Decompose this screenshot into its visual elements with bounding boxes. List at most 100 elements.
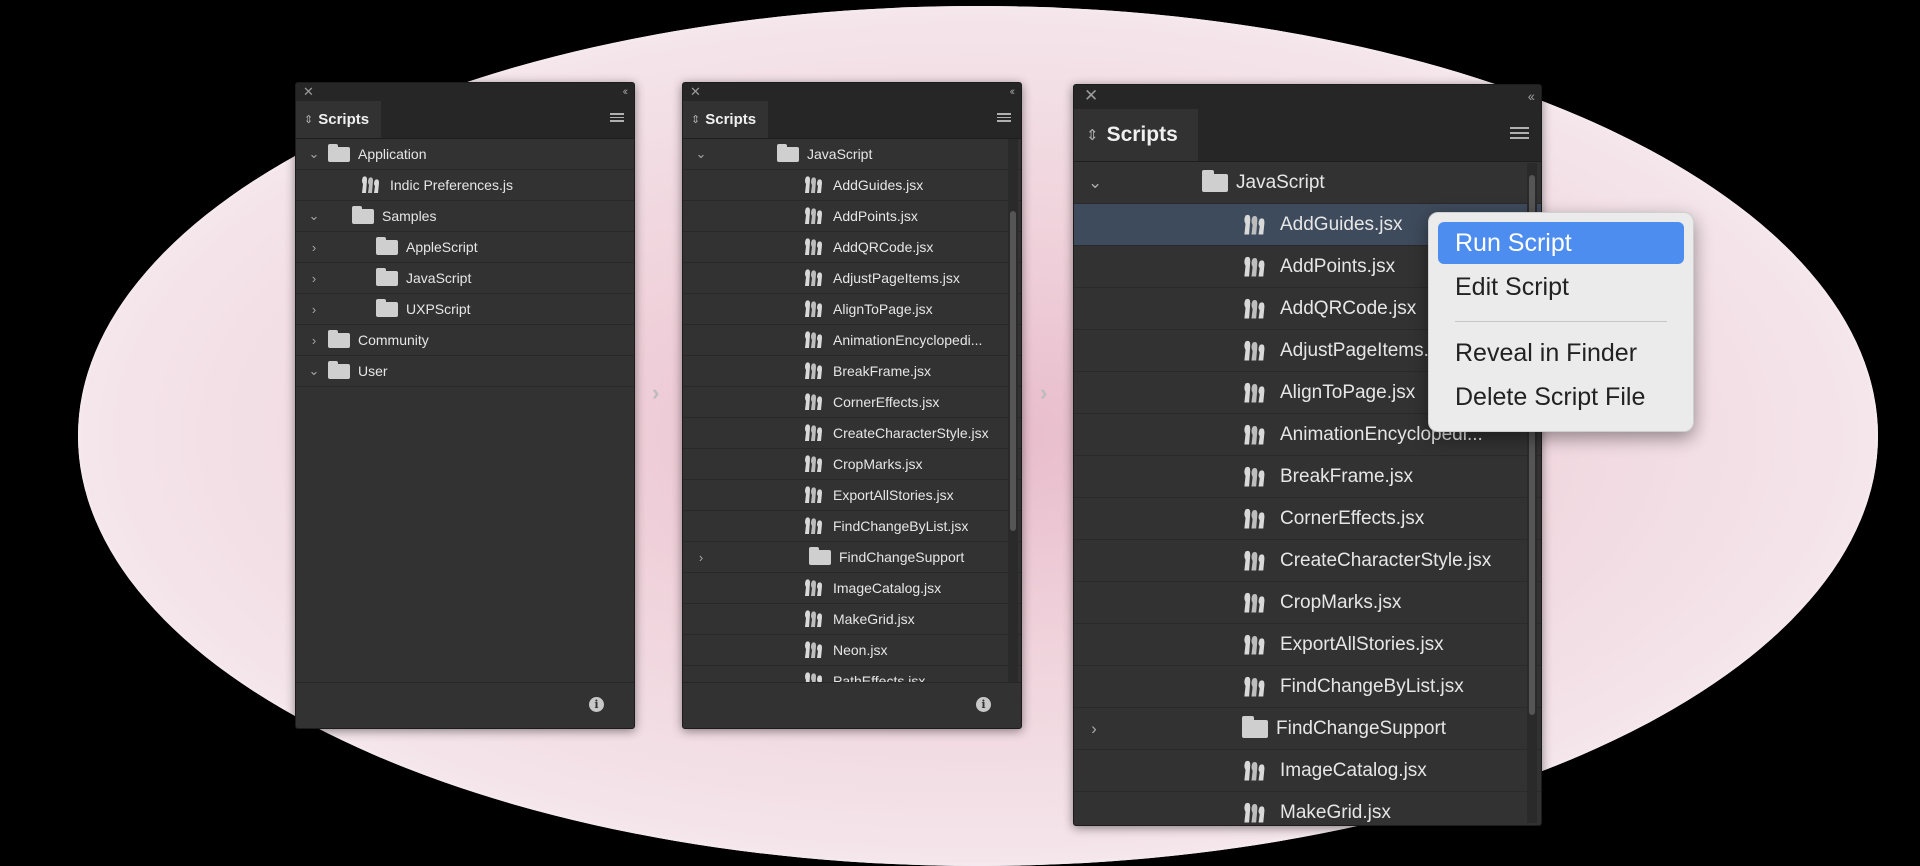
chevron-down-icon[interactable]: ⌄: [308, 208, 320, 224]
reveal-in-finder-menu-item[interactable]: Reveal in Finder: [1438, 332, 1684, 374]
folder-row[interactable]: › FindChangeSupport: [683, 542, 1021, 573]
panel-menu-icon[interactable]: [1510, 127, 1529, 142]
collapse-icon[interactable]: ‹‹: [623, 84, 629, 100]
script-row[interactable]: CreateCharacterStyle.jsx: [683, 418, 1021, 449]
panel-tabbar: ⇕ Scripts: [296, 101, 634, 139]
script-icon: [1242, 339, 1268, 363]
script-icon: [803, 640, 825, 660]
folder-row[interactable]: ⌄ JavaScript: [1074, 162, 1541, 204]
script-row[interactable]: FindChangeByList.jsx: [683, 511, 1021, 542]
script-row[interactable]: MakeGrid.jsx: [1074, 792, 1541, 825]
folder-row[interactable]: ⌄ Samples: [296, 201, 634, 232]
folder-icon: [777, 143, 799, 162]
script-row[interactable]: BreakFrame.jsx: [1074, 456, 1541, 498]
script-row[interactable]: CropMarks.jsx: [683, 449, 1021, 480]
folder-row[interactable]: ⌄ Application: [296, 139, 634, 170]
script-icon: [803, 454, 825, 474]
script-icon: [803, 206, 825, 226]
tab-label: Scripts: [1106, 123, 1178, 146]
script-icon: [1242, 423, 1268, 447]
script-row[interactable]: CornerEffects.jsx: [1074, 498, 1541, 540]
row-label: AddGuides.jsx: [833, 177, 924, 193]
script-icon: [1242, 465, 1268, 489]
script-row[interactable]: CropMarks.jsx: [1074, 582, 1541, 624]
folder-row[interactable]: › UXPScript: [296, 294, 634, 325]
script-icon: [803, 175, 825, 195]
folder-row[interactable]: › AppleScript: [296, 232, 634, 263]
script-icon: [803, 423, 825, 443]
row-label: JavaScript: [406, 270, 472, 286]
close-icon[interactable]: ✕: [690, 84, 701, 100]
chevron-down-icon[interactable]: ⌄: [695, 146, 707, 162]
run-script-menu-item[interactable]: Run Script: [1438, 222, 1684, 264]
scrollbar[interactable]: [1008, 139, 1018, 684]
script-row[interactable]: ExportAllStories.jsx: [1074, 624, 1541, 666]
chevron-right-icon[interactable]: ›: [308, 333, 320, 348]
row-label: CreateCharacterStyle.jsx: [1280, 549, 1492, 571]
folder-row[interactable]: › FindChangeSupport: [1074, 708, 1541, 750]
collapse-icon[interactable]: ‹‹: [1528, 88, 1535, 104]
chevron-right-icon[interactable]: ›: [308, 302, 320, 317]
panel-topbar: ✕ ‹‹: [1074, 85, 1541, 109]
tab-label: Scripts: [318, 111, 370, 128]
edit-script-menu-item[interactable]: Edit Script: [1438, 266, 1684, 308]
chevron-down-icon[interactable]: ⌄: [308, 363, 320, 379]
script-row[interactable]: BreakFrame.jsx: [683, 356, 1021, 387]
row-label: FindChangeByList.jsx: [1280, 675, 1464, 697]
script-row[interactable]: ImageCatalog.jsx: [1074, 750, 1541, 792]
chevron-right-icon[interactable]: ›: [308, 271, 320, 286]
panel-footer: i: [296, 682, 634, 728]
script-row[interactable]: ImageCatalog.jsx: [683, 573, 1021, 604]
folder-row[interactable]: › JavaScript: [296, 263, 634, 294]
script-row[interactable]: Neon.jsx: [683, 635, 1021, 666]
row-label: CropMarks.jsx: [1280, 591, 1402, 613]
row-label: JavaScript: [1236, 171, 1325, 193]
script-row[interactable]: Indic Preferences.js: [296, 170, 634, 201]
script-row[interactable]: AddQRCode.jsx: [683, 232, 1021, 263]
script-row[interactable]: AnimationEncyclopedi...: [683, 325, 1021, 356]
row-label: ImageCatalog.jsx: [1280, 759, 1427, 781]
folder-row[interactable]: › Community: [296, 325, 634, 356]
row-label: AlignToPage.jsx: [833, 301, 933, 317]
folder-row[interactable]: ⌄ User: [296, 356, 634, 387]
script-row[interactable]: AlignToPage.jsx: [683, 294, 1021, 325]
chevron-down-icon[interactable]: ⌄: [1088, 173, 1102, 193]
script-row[interactable]: AddPoints.jsx: [683, 201, 1021, 232]
folder-row[interactable]: ⌄ JavaScript: [683, 139, 1021, 170]
script-row[interactable]: ExportAllStories.jsx: [683, 480, 1021, 511]
script-row[interactable]: FindChangeByList.jsx: [1074, 666, 1541, 708]
script-row[interactable]: AddGuides.jsx: [683, 170, 1021, 201]
script-row[interactable]: CornerEffects.jsx: [683, 387, 1021, 418]
folder-icon: [1242, 715, 1268, 738]
chevron-down-icon[interactable]: ⌄: [308, 146, 320, 162]
step-arrow-icon: ›: [652, 380, 660, 405]
panel-menu-icon[interactable]: [997, 113, 1011, 124]
script-tree: ⌄ Application Indic Preferences.js ⌄ Samples…: [296, 139, 634, 387]
script-row[interactable]: MakeGrid.jsx: [683, 604, 1021, 635]
script-row[interactable]: AdjustPageItems.jsx: [683, 263, 1021, 294]
sort-arrows-icon: ⇕: [1086, 127, 1099, 144]
row-label: ExportAllStories.jsx: [833, 487, 954, 503]
close-icon[interactable]: ✕: [1084, 87, 1098, 104]
script-icon: [803, 392, 825, 412]
delete-script-file-menu-item[interactable]: Delete Script File: [1438, 376, 1684, 418]
tab-scripts[interactable]: ⇕ Scripts: [1074, 109, 1198, 161]
scroll-thumb[interactable]: [1010, 211, 1016, 531]
panel-menu-icon[interactable]: [610, 113, 624, 124]
chevron-right-icon[interactable]: ›: [1088, 719, 1100, 739]
info-icon[interactable]: i: [589, 697, 604, 712]
tab-scripts[interactable]: ⇕ Scripts: [683, 101, 769, 138]
chevron-right-icon[interactable]: ›: [695, 550, 707, 565]
script-icon: [803, 485, 825, 505]
row-label: BreakFrame.jsx: [1280, 465, 1414, 487]
script-icon: [803, 361, 825, 381]
info-icon[interactable]: i: [976, 697, 991, 712]
tab-scripts[interactable]: ⇕ Scripts: [296, 101, 382, 138]
collapse-icon[interactable]: ‹‹: [1010, 84, 1016, 100]
panel-tabbar: ⇕ Scripts: [1074, 109, 1541, 162]
chevron-right-icon[interactable]: ›: [308, 240, 320, 255]
close-icon[interactable]: ✕: [303, 84, 314, 100]
panel-tabbar: ⇕ Scripts: [683, 101, 1021, 139]
row-label: AddQRCode.jsx: [833, 239, 934, 255]
script-row[interactable]: CreateCharacterStyle.jsx: [1074, 540, 1541, 582]
